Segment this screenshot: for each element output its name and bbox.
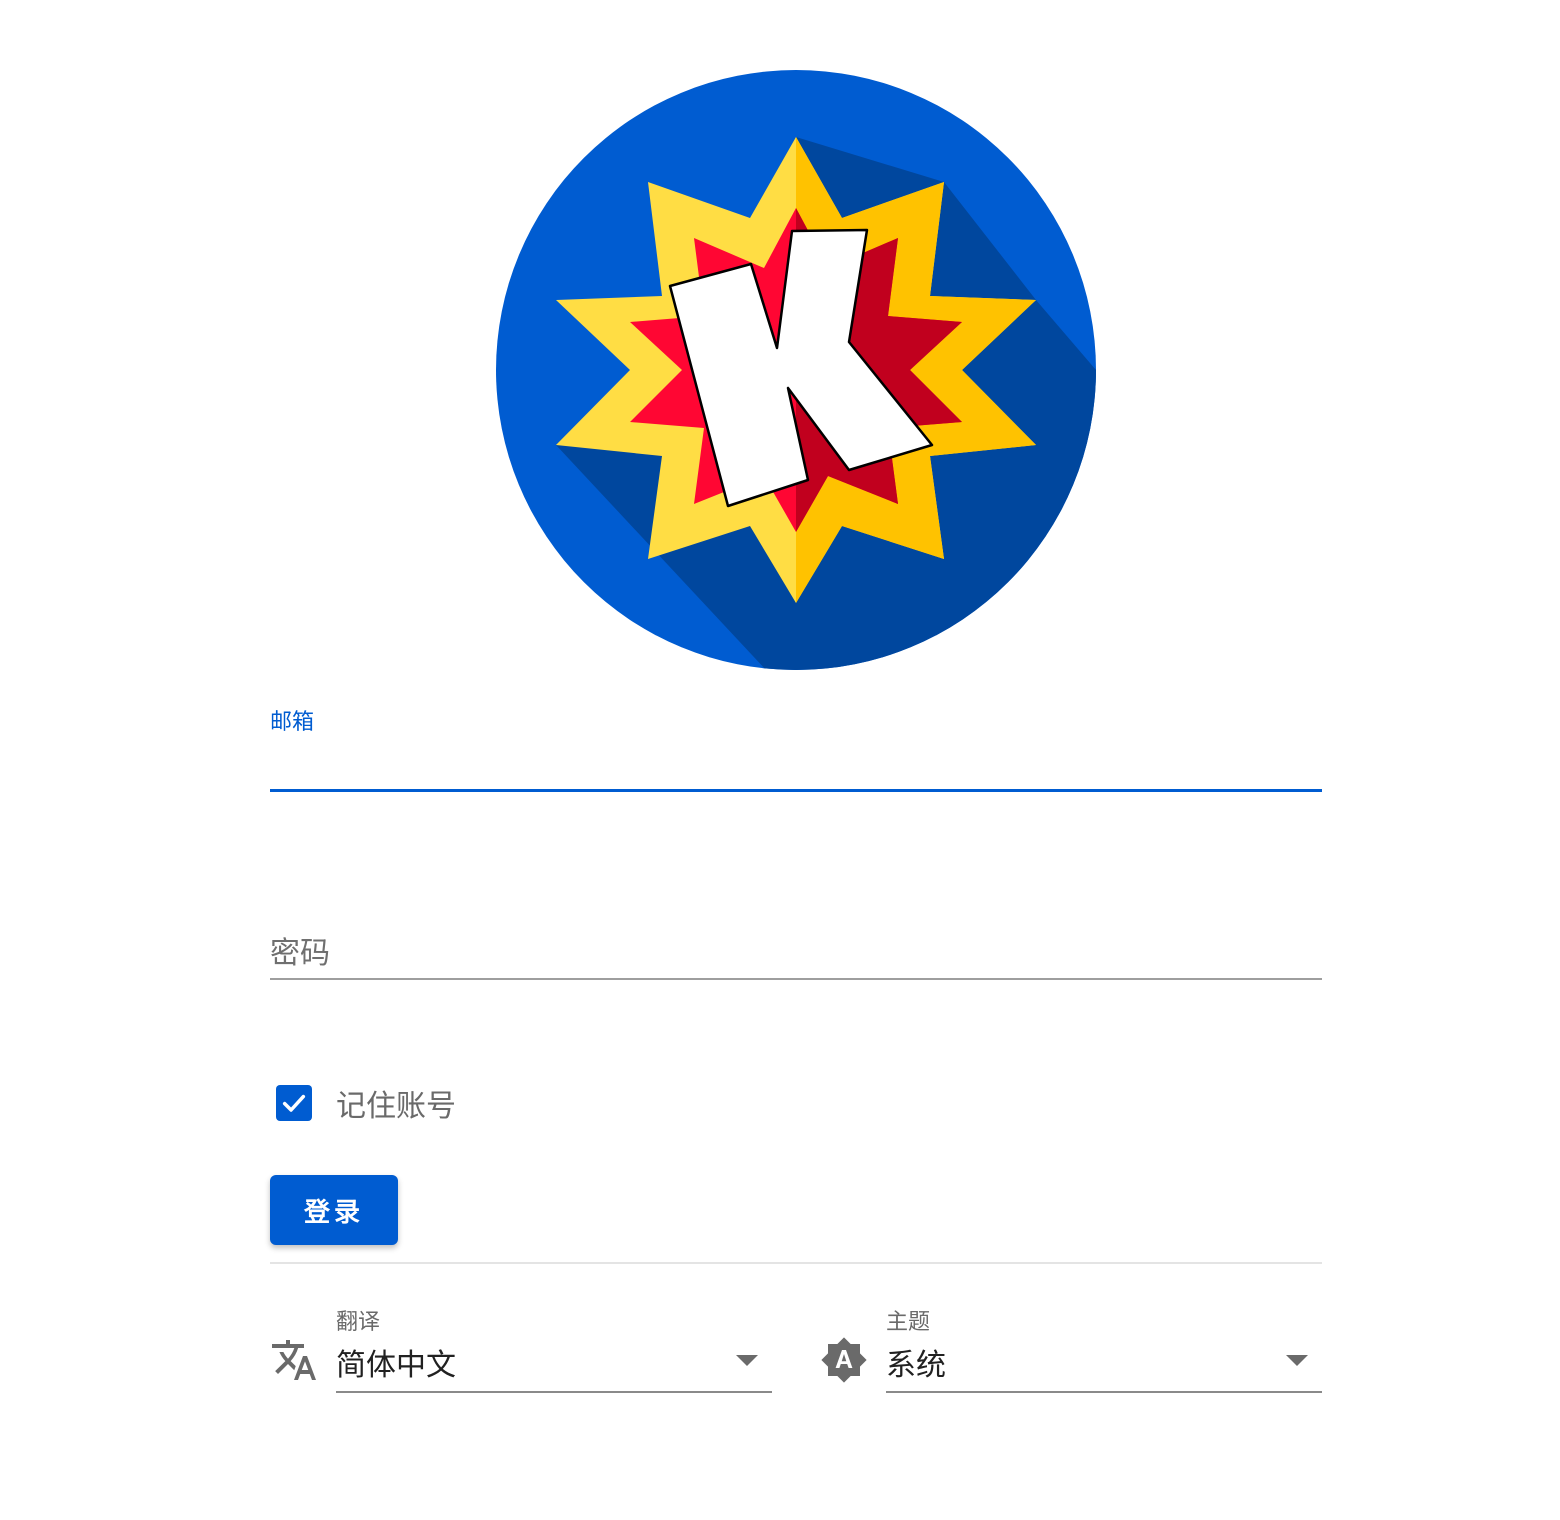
- email-label: 邮箱: [270, 710, 315, 735]
- language-underline: [336, 1391, 772, 1393]
- email-underline: [270, 789, 1322, 792]
- remember-account[interactable]: 记住账号: [270, 1078, 456, 1128]
- translate-icon: [272, 1340, 316, 1380]
- chevron-down-icon[interactable]: [1286, 1355, 1308, 1366]
- brightness-auto-icon: [821, 1337, 867, 1383]
- password-underline: [270, 978, 1322, 980]
- divider: [270, 1262, 1322, 1264]
- theme-select[interactable]: 主题 系统: [886, 1300, 1322, 1393]
- theme-setting: 主题 系统: [820, 1300, 1322, 1395]
- login-button[interactable]: 登录: [270, 1175, 398, 1245]
- email-field[interactable]: 邮箱: [270, 690, 1322, 792]
- theme-value[interactable]: 系统: [886, 1340, 946, 1384]
- password-field[interactable]: 密码: [270, 900, 1322, 980]
- language-setting: 翻译 简体中文: [270, 1300, 772, 1395]
- remember-checkbox[interactable]: [276, 1085, 312, 1121]
- chevron-down-icon[interactable]: [736, 1355, 758, 1366]
- language-select[interactable]: 翻译 简体中文: [336, 1300, 772, 1393]
- theme-label: 主题: [886, 1310, 931, 1335]
- theme-underline: [886, 1391, 1322, 1393]
- k-starburst-logo-icon: [496, 70, 1096, 670]
- language-label: 翻译: [336, 1310, 381, 1335]
- password-label: 密码: [270, 936, 330, 971]
- app-logo: [496, 70, 1096, 670]
- language-value[interactable]: 简体中文: [336, 1340, 456, 1384]
- remember-label[interactable]: 记住账号: [336, 1081, 456, 1125]
- check-icon: [282, 1094, 306, 1112]
